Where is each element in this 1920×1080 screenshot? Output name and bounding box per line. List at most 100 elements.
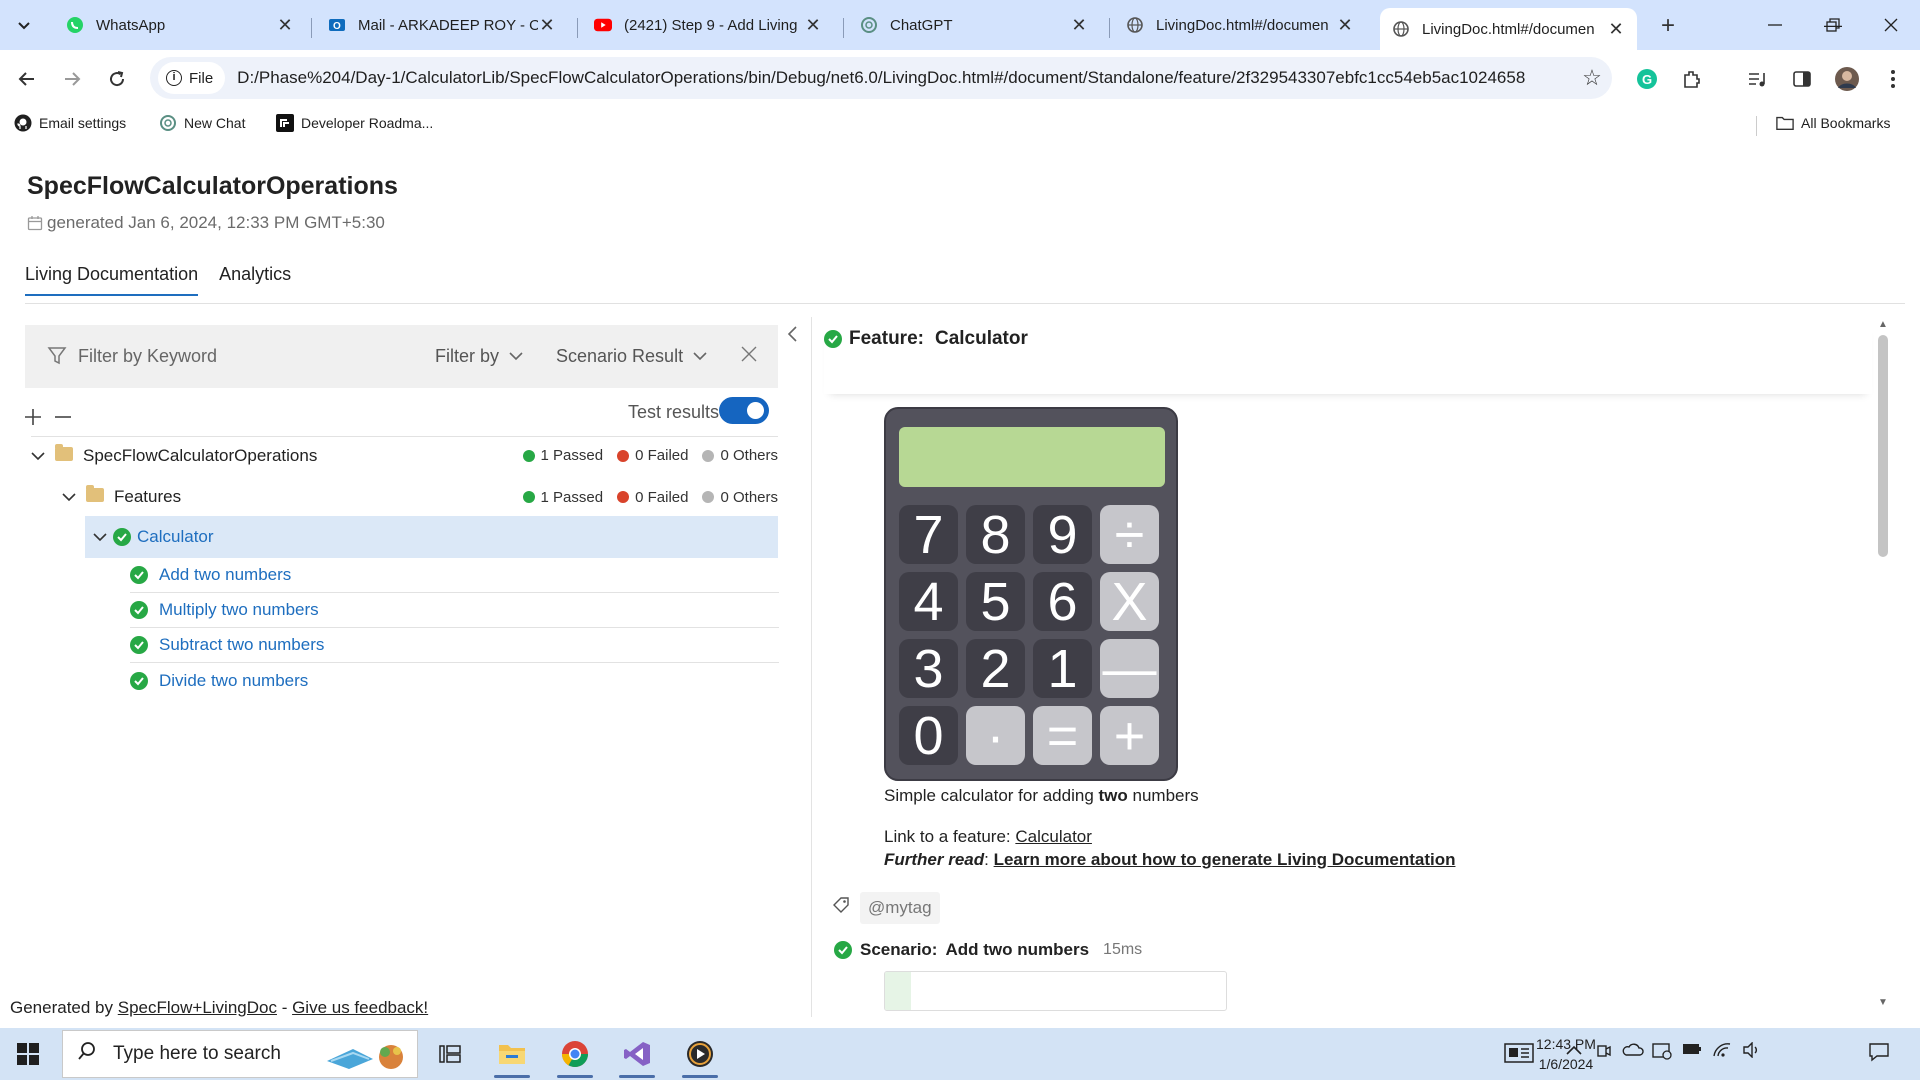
windows-start-button[interactable] — [16, 1042, 40, 1066]
network-sync-icon[interactable] — [1652, 1042, 1672, 1065]
tree-scenario-subtract[interactable]: Subtract two numbers — [130, 628, 779, 663]
scenario-link[interactable]: Add two numbers — [159, 565, 291, 585]
browser-tab-livingdoc-active[interactable]: LivingDoc.html#/documen ✕ — [1380, 8, 1637, 50]
reload-button[interactable] — [100, 62, 134, 96]
specflow-livingdoc-link[interactable]: SpecFlow+LivingDoc — [118, 998, 277, 1017]
tabs-divider — [25, 303, 1905, 304]
filter-by-dropdown[interactable]: Filter by — [435, 346, 523, 367]
taskbar-clock[interactable]: 12:43 PM 1/6/2024 — [1536, 1034, 1596, 1074]
close-icon[interactable]: ✕ — [538, 15, 556, 36]
page-footer: Generated by SpecFlow+LivingDoc - Give u… — [10, 998, 428, 1018]
tree-scenario-divide[interactable]: Divide two numbers — [130, 663, 779, 698]
bookmark-new-chat[interactable]: New Chat — [159, 114, 245, 132]
close-icon[interactable]: ✕ — [276, 15, 294, 36]
news-widget-icon[interactable] — [1504, 1042, 1534, 1069]
tree-node-features[interactable]: Features 1 Passed 0 Failed 0 Others — [62, 478, 778, 516]
generated-info: generated Jan 6, 2024, 12:33 PM GMT+5:30 — [27, 213, 385, 233]
taskbar-search-box[interactable]: Type here to search — [62, 1030, 418, 1078]
volume-icon[interactable] — [1742, 1041, 1762, 1063]
browser-tab-livingdoc-1[interactable]: LivingDoc.html#/documen ✕ — [1114, 8, 1366, 42]
scroll-down-arrow-icon[interactable]: ▼ — [1878, 997, 1888, 1008]
close-icon[interactable]: ✕ — [1607, 19, 1625, 40]
chrome-icon[interactable] — [551, 1034, 599, 1078]
bookmark-developer-roadmap[interactable]: Developer Roadma... — [276, 114, 433, 132]
browser-menu-icon[interactable] — [1878, 64, 1908, 94]
collapse-panel-button[interactable] — [787, 325, 797, 348]
close-icon[interactable]: ✕ — [1070, 15, 1088, 36]
tab-analytics[interactable]: Analytics — [219, 252, 291, 296]
page-title: SpecFlowCalculatorOperations — [27, 172, 398, 200]
bookmark-star-icon[interactable]: ☆ — [1572, 65, 1612, 91]
further-read-link[interactable]: Learn more about how to generate Living … — [994, 850, 1456, 869]
task-view-icon[interactable] — [426, 1034, 474, 1074]
root-stats: 1 Passed 0 Failed 0 Others — [522, 447, 778, 464]
forward-button[interactable] — [55, 62, 89, 96]
scroll-up-arrow-icon[interactable]: ▲ — [1878, 319, 1888, 330]
minimize-window-button[interactable] — [1752, 10, 1798, 40]
scenario-result-dropdown[interactable]: Scenario Result — [556, 346, 707, 367]
globe-icon — [1126, 16, 1144, 34]
notifications-icon[interactable] — [1868, 1042, 1890, 1067]
scrollbar-thumb[interactable] — [1878, 335, 1888, 557]
battery-icon[interactable] — [1682, 1042, 1702, 1060]
profile-avatar[interactable] — [1832, 64, 1862, 94]
visual-studio-icon[interactable] — [613, 1034, 661, 1078]
browser-tab-chatgpt[interactable]: ChatGPT ✕ — [848, 8, 1100, 42]
link-label: Link to a feature: — [884, 827, 1016, 846]
feedback-link[interactable]: Give us feedback! — [292, 998, 428, 1017]
extensions-icon[interactable] — [1677, 64, 1707, 94]
test-results-toggle[interactable] — [719, 397, 769, 424]
wifi-icon[interactable] — [1712, 1042, 1732, 1063]
browser-tab-youtube[interactable]: (2421) Step 9 - Add Living ✕ — [582, 8, 834, 42]
passed-check-icon — [113, 528, 131, 546]
whatsapp-icon — [66, 16, 84, 34]
scenario-link[interactable]: Subtract two numbers — [159, 635, 324, 655]
chatgpt-icon — [860, 16, 878, 34]
folder-icon — [55, 443, 73, 461]
restore-icon — [1826, 18, 1840, 32]
media-control-icon[interactable] — [1742, 64, 1772, 94]
tree-node-root[interactable]: SpecFlowCalculatorOperations 1 Passed 0 … — [31, 436, 778, 474]
tab-search-button[interactable] — [8, 10, 40, 42]
scenario-link[interactable]: Multiply two numbers — [159, 600, 319, 620]
collapse-all-button[interactable] — [54, 404, 72, 430]
globe-icon — [1392, 20, 1410, 38]
tab-separator — [577, 18, 578, 38]
calculator-key: 7 — [899, 505, 958, 565]
scenario-link[interactable]: Divide two numbers — [159, 671, 308, 691]
grammarly-icon[interactable]: G — [1632, 64, 1662, 94]
bookmark-email-settings[interactable]: Email settings — [14, 114, 126, 132]
detail-scrollbar[interactable]: ▲ ▼ — [1876, 317, 1890, 1017]
url-text[interactable]: D:/Phase%204/Day-1/CalculatorLib/SpecFlo… — [237, 68, 1572, 88]
calculator-key: 6 — [1033, 572, 1092, 632]
new-tab-button[interactable]: + — [1652, 10, 1684, 42]
site-info-chip[interactable]: i File — [158, 62, 226, 94]
feature-link[interactable]: Calculator — [1015, 827, 1092, 846]
expand-all-button[interactable] — [24, 404, 42, 430]
back-button[interactable] — [10, 62, 44, 96]
passed-check-icon — [130, 566, 148, 584]
others-dot-icon — [702, 449, 715, 462]
close-window-button[interactable] — [1868, 10, 1914, 40]
tree-node-calculator-feature[interactable]: Calculator — [85, 516, 778, 558]
meet-icon[interactable] — [1596, 1042, 1612, 1065]
browser-tab-mail[interactable]: O Mail - ARKADEEP ROY - Ou ✕ — [316, 8, 568, 42]
side-panel-icon[interactable] — [1787, 64, 1817, 94]
keyword-filter-input[interactable]: Filter by Keyword — [78, 346, 217, 367]
media-player-icon[interactable] — [676, 1034, 724, 1078]
restore-button[interactable] — [1810, 10, 1856, 40]
tag-chip[interactable]: @mytag — [860, 892, 940, 924]
failed-stat: 0 Failed — [617, 447, 688, 464]
close-icon[interactable]: ✕ — [804, 15, 822, 36]
address-bar[interactable]: i File D:/Phase%204/Day-1/CalculatorLib/… — [150, 57, 1612, 99]
onedrive-icon[interactable] — [1622, 1042, 1644, 1061]
clear-filter-button[interactable] — [741, 341, 757, 369]
tree-scenario-multiply[interactable]: Multiply two numbers — [130, 593, 779, 628]
file-explorer-icon[interactable] — [488, 1034, 536, 1078]
tab-separator — [1109, 18, 1110, 38]
all-bookmarks-button[interactable]: All Bookmarks — [1776, 114, 1890, 132]
tab-living-documentation[interactable]: Living Documentation — [25, 252, 199, 296]
tree-scenario-add[interactable]: Add two numbers — [130, 558, 779, 593]
close-icon[interactable]: ✕ — [1336, 15, 1354, 36]
browser-tab-whatsapp[interactable]: WhatsApp ✕ — [54, 8, 306, 42]
